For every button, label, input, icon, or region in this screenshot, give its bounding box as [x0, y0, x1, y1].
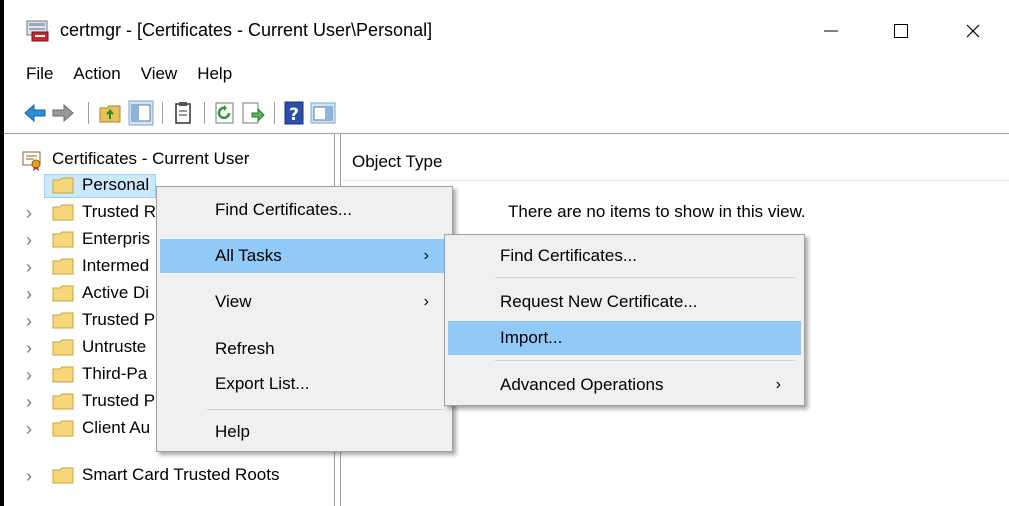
refresh-icon[interactable] [212, 100, 238, 126]
menu-separator [207, 409, 443, 410]
certificate-store-icon [22, 151, 41, 171]
tree-item-label: Trusted R [82, 202, 157, 221]
menu-separator [495, 360, 795, 361]
folder-icon [52, 420, 74, 437]
submenu-item-find-certificates[interactable]: Find Certificates... [448, 239, 801, 273]
tree-item-label: Certificates - Current User [52, 149, 250, 168]
submenu-arrow-icon: › [423, 247, 429, 264]
folder-icon [52, 339, 74, 356]
chevron-right-icon[interactable]: › [26, 338, 38, 358]
close-button[interactable] [951, 12, 995, 50]
folder-icon [52, 393, 74, 410]
tree-item-label: Trusted P [82, 310, 156, 329]
certmgr-app-icon [26, 20, 49, 42]
show-hide-action-pane-icon[interactable] [310, 100, 336, 126]
folder-icon [52, 285, 74, 302]
tree-item-label: Trusted P [82, 391, 156, 410]
chevron-right-icon[interactable]: › [26, 392, 38, 412]
menu-action[interactable]: Action [63, 62, 130, 88]
menu-bar: File Action View Help [4, 62, 242, 88]
chevron-right-icon[interactable]: › [26, 311, 38, 331]
chevron-right-icon[interactable]: › [26, 466, 38, 486]
menu-item-label: Import... [500, 328, 563, 347]
menu-item-view[interactable]: View › [160, 285, 449, 319]
menu-item-refresh[interactable]: Refresh [160, 332, 449, 366]
forward-icon[interactable] [50, 100, 76, 126]
folder-icon [52, 231, 74, 248]
tree-item-label: Smart Card Trusted Roots [82, 465, 280, 484]
up-folder-icon[interactable] [98, 100, 124, 126]
menu-item-label: Advanced Operations [500, 375, 664, 394]
menu-item-label: Request New Certificate... [500, 292, 698, 311]
title-bar[interactable]: certmgr - [Certificates - Current User\P… [4, 0, 1009, 62]
folder-icon [52, 204, 74, 221]
back-icon[interactable] [22, 100, 48, 126]
chevron-right-icon[interactable]: › [26, 230, 38, 250]
tree-item-label: Active Di [82, 283, 150, 302]
menu-item-label: Help [215, 422, 250, 441]
toolbar-separator [274, 102, 275, 124]
toolbar: ? [4, 92, 1009, 134]
menu-view[interactable]: View [131, 62, 188, 88]
folder-icon [52, 177, 74, 194]
menu-item-label: Refresh [215, 339, 275, 358]
context-menu: Find Certificates... All Tasks › View › … [156, 186, 453, 452]
menu-separator [495, 277, 795, 278]
tree-item-label: Untruste [82, 337, 147, 356]
chevron-right-icon[interactable]: › [26, 284, 38, 304]
menu-item-label: Export List... [215, 374, 310, 393]
submenu-item-import[interactable]: Import... [448, 321, 801, 355]
folder-icon [52, 467, 74, 484]
chevron-right-icon[interactable]: › [26, 365, 38, 385]
toolbar-separator [204, 102, 205, 124]
menu-item-label: View [215, 292, 252, 311]
show-hide-console-tree-icon[interactable] [128, 100, 154, 126]
chevron-right-icon[interactable]: › [26, 257, 38, 277]
minimize-icon [824, 30, 838, 32]
all-tasks-submenu: Find Certificates... Request New Certifi… [444, 234, 805, 406]
empty-list-message: There are no items to show in this view. [508, 202, 806, 221]
menu-item-find-certificates[interactable]: Find Certificates... [160, 193, 449, 227]
chevron-right-icon[interactable]: › [26, 419, 38, 439]
chevron-right-icon[interactable]: › [26, 203, 38, 223]
menu-item-label: Find Certificates... [500, 246, 637, 265]
window-title: certmgr - [Certificates - Current User\P… [60, 20, 433, 40]
menu-item-export-list[interactable]: Export List... [160, 367, 449, 401]
column-header-object-type[interactable]: Object Type [352, 152, 442, 172]
menu-item-all-tasks[interactable]: All Tasks › [160, 239, 449, 273]
maximize-button[interactable] [879, 12, 923, 50]
svg-text:?: ? [289, 105, 299, 125]
submenu-item-advanced-operations[interactable]: Advanced Operations › [448, 368, 801, 402]
maximize-icon [894, 24, 908, 38]
menu-file[interactable]: File [4, 62, 63, 88]
submenu-item-request-new-certificate[interactable]: Request New Certificate... [448, 285, 801, 319]
certmgr-window: certmgr - [Certificates - Current User\P… [0, 0, 1009, 506]
submenu-arrow-icon: › [775, 376, 781, 393]
minimize-button[interactable] [809, 12, 853, 50]
menu-item-label: All Tasks [215, 246, 282, 265]
tree-item-label: Enterpris [82, 229, 151, 248]
tree-item-label: Client Au [82, 418, 151, 437]
menu-item-label: Find Certificates... [215, 200, 352, 219]
menu-help[interactable]: Help [187, 62, 242, 88]
column-header-divider [341, 180, 1009, 181]
folder-icon [52, 312, 74, 329]
folder-icon [52, 258, 74, 275]
menu-item-help[interactable]: Help [160, 415, 449, 449]
tree-item-label: Intermed [82, 256, 150, 275]
toolbar-separator [88, 102, 89, 124]
tree-item-label: Personal [82, 175, 150, 194]
properties-icon[interactable] [170, 100, 196, 126]
close-icon [966, 24, 980, 38]
help-icon[interactable]: ? [282, 100, 308, 126]
folder-icon [52, 366, 74, 383]
export-list-icon[interactable] [240, 100, 266, 126]
toolbar-separator [162, 102, 163, 124]
submenu-arrow-icon: › [423, 293, 429, 310]
tree-item-label: Third-Pa [82, 364, 148, 383]
